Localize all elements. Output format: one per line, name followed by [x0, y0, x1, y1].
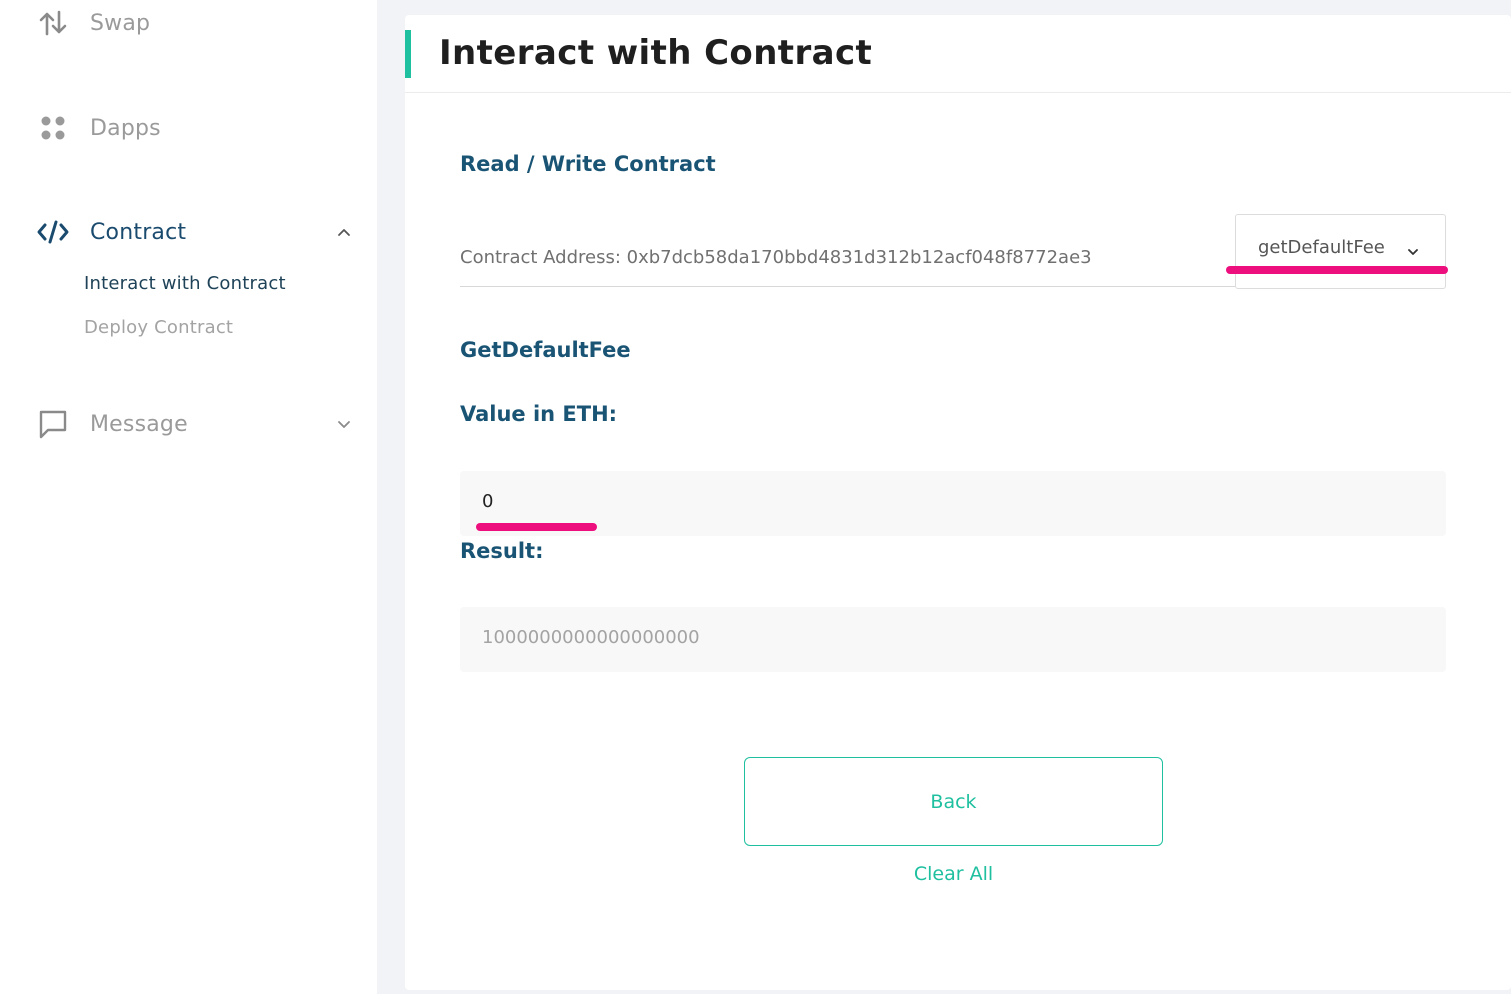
value-input-text: 0: [482, 491, 494, 512]
value-label: Value in ETH:: [460, 402, 618, 426]
method-select-value: getDefaultFee: [1258, 237, 1385, 258]
code-icon: [36, 215, 70, 249]
sidebar-item-label: Contract: [90, 219, 187, 245]
sidebar-subitem-deploy-contract[interactable]: Deploy Contract: [84, 317, 233, 338]
chevron-up-icon[interactable]: [334, 222, 354, 242]
sidebar-item-contract[interactable]: Contract: [36, 214, 354, 250]
contract-address-row: Contract Address: 0xb7dcb58da170bbd4831d…: [460, 242, 1235, 287]
swap-arrows-icon: [36, 6, 70, 40]
header-accent-bar: [405, 30, 411, 78]
message-bubble-icon: [36, 407, 70, 441]
highlight-underline: [1226, 266, 1448, 274]
sidebar-item-swap[interactable]: Swap: [36, 5, 354, 41]
sidebar-item-message[interactable]: Message: [36, 406, 354, 442]
dapps-grid-icon: [36, 111, 70, 145]
chevron-down-icon: [1407, 243, 1419, 255]
sidebar-subitem-interact-with-contract[interactable]: Interact with Contract: [84, 273, 286, 294]
result-field: 1000000000000000000: [460, 607, 1446, 672]
back-button[interactable]: Back: [744, 757, 1163, 846]
contract-address-text: Contract Address: 0xb7dcb58da170bbd4831d…: [460, 247, 1092, 268]
result-value: 1000000000000000000: [482, 627, 700, 648]
card-header: Interact with Contract: [405, 15, 1511, 93]
sidebar-item-label: Dapps: [90, 115, 161, 141]
section-title: Read / Write Contract: [460, 152, 716, 176]
value-input[interactable]: 0: [460, 471, 1446, 536]
sidebar-item-dapps[interactable]: Dapps: [36, 110, 354, 146]
clear-all-link[interactable]: Clear All: [744, 863, 1163, 885]
page-title: Interact with Contract: [439, 33, 873, 73]
sidebar-item-label: Message: [90, 411, 188, 437]
highlight-underline: [476, 523, 597, 531]
sidebar-item-label: Swap: [90, 10, 151, 36]
back-button-label: Back: [930, 790, 977, 813]
method-select[interactable]: getDefaultFee: [1235, 214, 1446, 289]
result-label: Result:: [460, 539, 544, 563]
chevron-down-icon[interactable]: [334, 414, 354, 434]
sidebar: Swap Dapps Contract Interact with Contra…: [0, 0, 377, 994]
contract-card: Interact with Contract Read / Write Cont…: [405, 15, 1511, 990]
method-name: GetDefaultFee: [460, 338, 631, 362]
